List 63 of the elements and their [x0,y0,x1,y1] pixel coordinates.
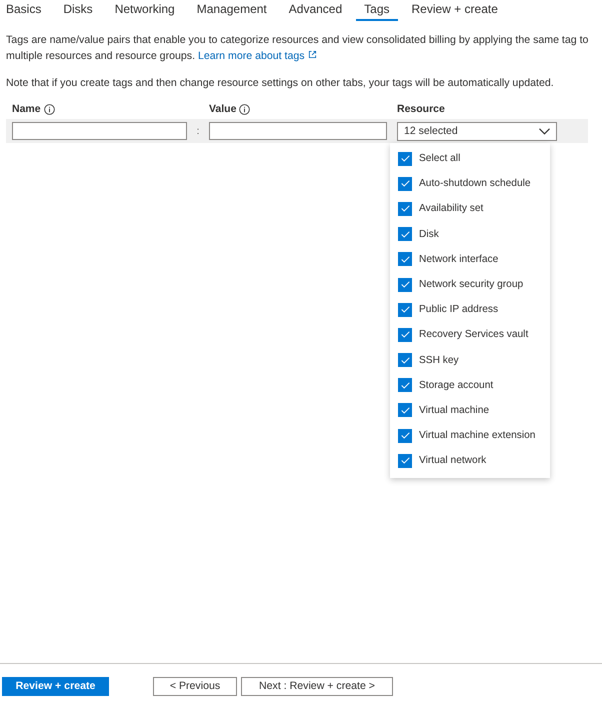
checkmark-icon [400,457,410,464]
tab[interactable]: Basics [6,0,50,21]
checkmark-icon [400,180,410,188]
next-button[interactable]: Next : Review + create > [241,676,393,696]
option-label[interactable]: Disk [419,228,439,240]
checkmark-icon [400,306,410,314]
value-input[interactable] [209,122,387,140]
name-input[interactable] [12,122,187,140]
checkmark-icon [400,331,410,338]
info-icon[interactable] [44,104,55,114]
tab[interactable]: Advanced [280,0,350,21]
checkmark-icon [400,230,410,238]
checkbox[interactable] [398,403,412,418]
checkmark-icon [400,406,410,414]
learn-more-link[interactable]: Learn more about tags [198,50,317,62]
column-header: Value [209,103,236,115]
checkmark-icon [400,256,410,263]
resource-dropdown[interactable]: 12 selected [397,122,557,140]
note-text: Note that if you create tags and then change resource settings on other tabs, your tags will be automatically updated. [6,76,555,91]
checkmark-icon [400,432,410,440]
option-label[interactable]: Virtual network [419,455,486,466]
info-icon[interactable] [239,104,250,114]
tab[interactable]: Management [188,0,275,21]
tab[interactable]: Tags [356,0,398,21]
checkmark-icon [400,356,410,364]
option-label[interactable]: Recovery Services vault [419,329,528,340]
checkbox[interactable] [398,202,412,216]
checkbox[interactable] [398,328,412,342]
tab[interactable]: Review + create [404,0,506,21]
checkmark-icon [400,281,410,288]
tab[interactable]: Disks [55,0,101,21]
separator-text: : [196,126,200,136]
chevron-icon [539,128,550,134]
option-label[interactable]: Virtual machine [419,404,490,416]
checkmark-icon [400,205,410,212]
option-label[interactable]: Network security group [419,279,524,290]
checkbox[interactable] [398,152,412,166]
previous-button[interactable]: < Previous [153,676,237,696]
option-label[interactable]: Storage account [419,380,494,391]
checkbox[interactable] [398,378,412,392]
checkbox[interactable] [398,454,412,468]
checkbox[interactable] [398,353,412,368]
checkbox[interactable] [398,176,412,191]
option-label[interactable]: SSH key [419,354,459,366]
checkmark-icon [400,155,410,162]
checkbox[interactable] [398,252,412,266]
option-label[interactable]: Auto-shutdown schedule [419,178,531,190]
option-label[interactable]: Select all [419,153,460,164]
review-create-button[interactable]: Review + create [2,676,109,696]
checkbox[interactable] [398,227,412,242]
option-label[interactable]: Public IP address [419,304,498,316]
checkbox[interactable] [398,428,412,443]
description-text: Tags are name/value pairs that enable you to categorize resources and view consolidated billing by applying the same tag to multiple resources and resource groups. Learn more about tags [6,33,590,64]
option-label[interactable]: Availability set [419,203,484,214]
external-link-icon [308,50,317,59]
checkbox[interactable] [398,302,412,317]
column-header: Name [12,103,41,115]
option-label[interactable]: Network interface [419,254,498,265]
checkmark-icon [400,382,410,389]
option-label[interactable]: Virtual machine extension [419,430,536,442]
checkbox[interactable] [398,278,412,292]
tab[interactable]: Networking [106,0,183,21]
column-header: Resource [397,103,445,115]
